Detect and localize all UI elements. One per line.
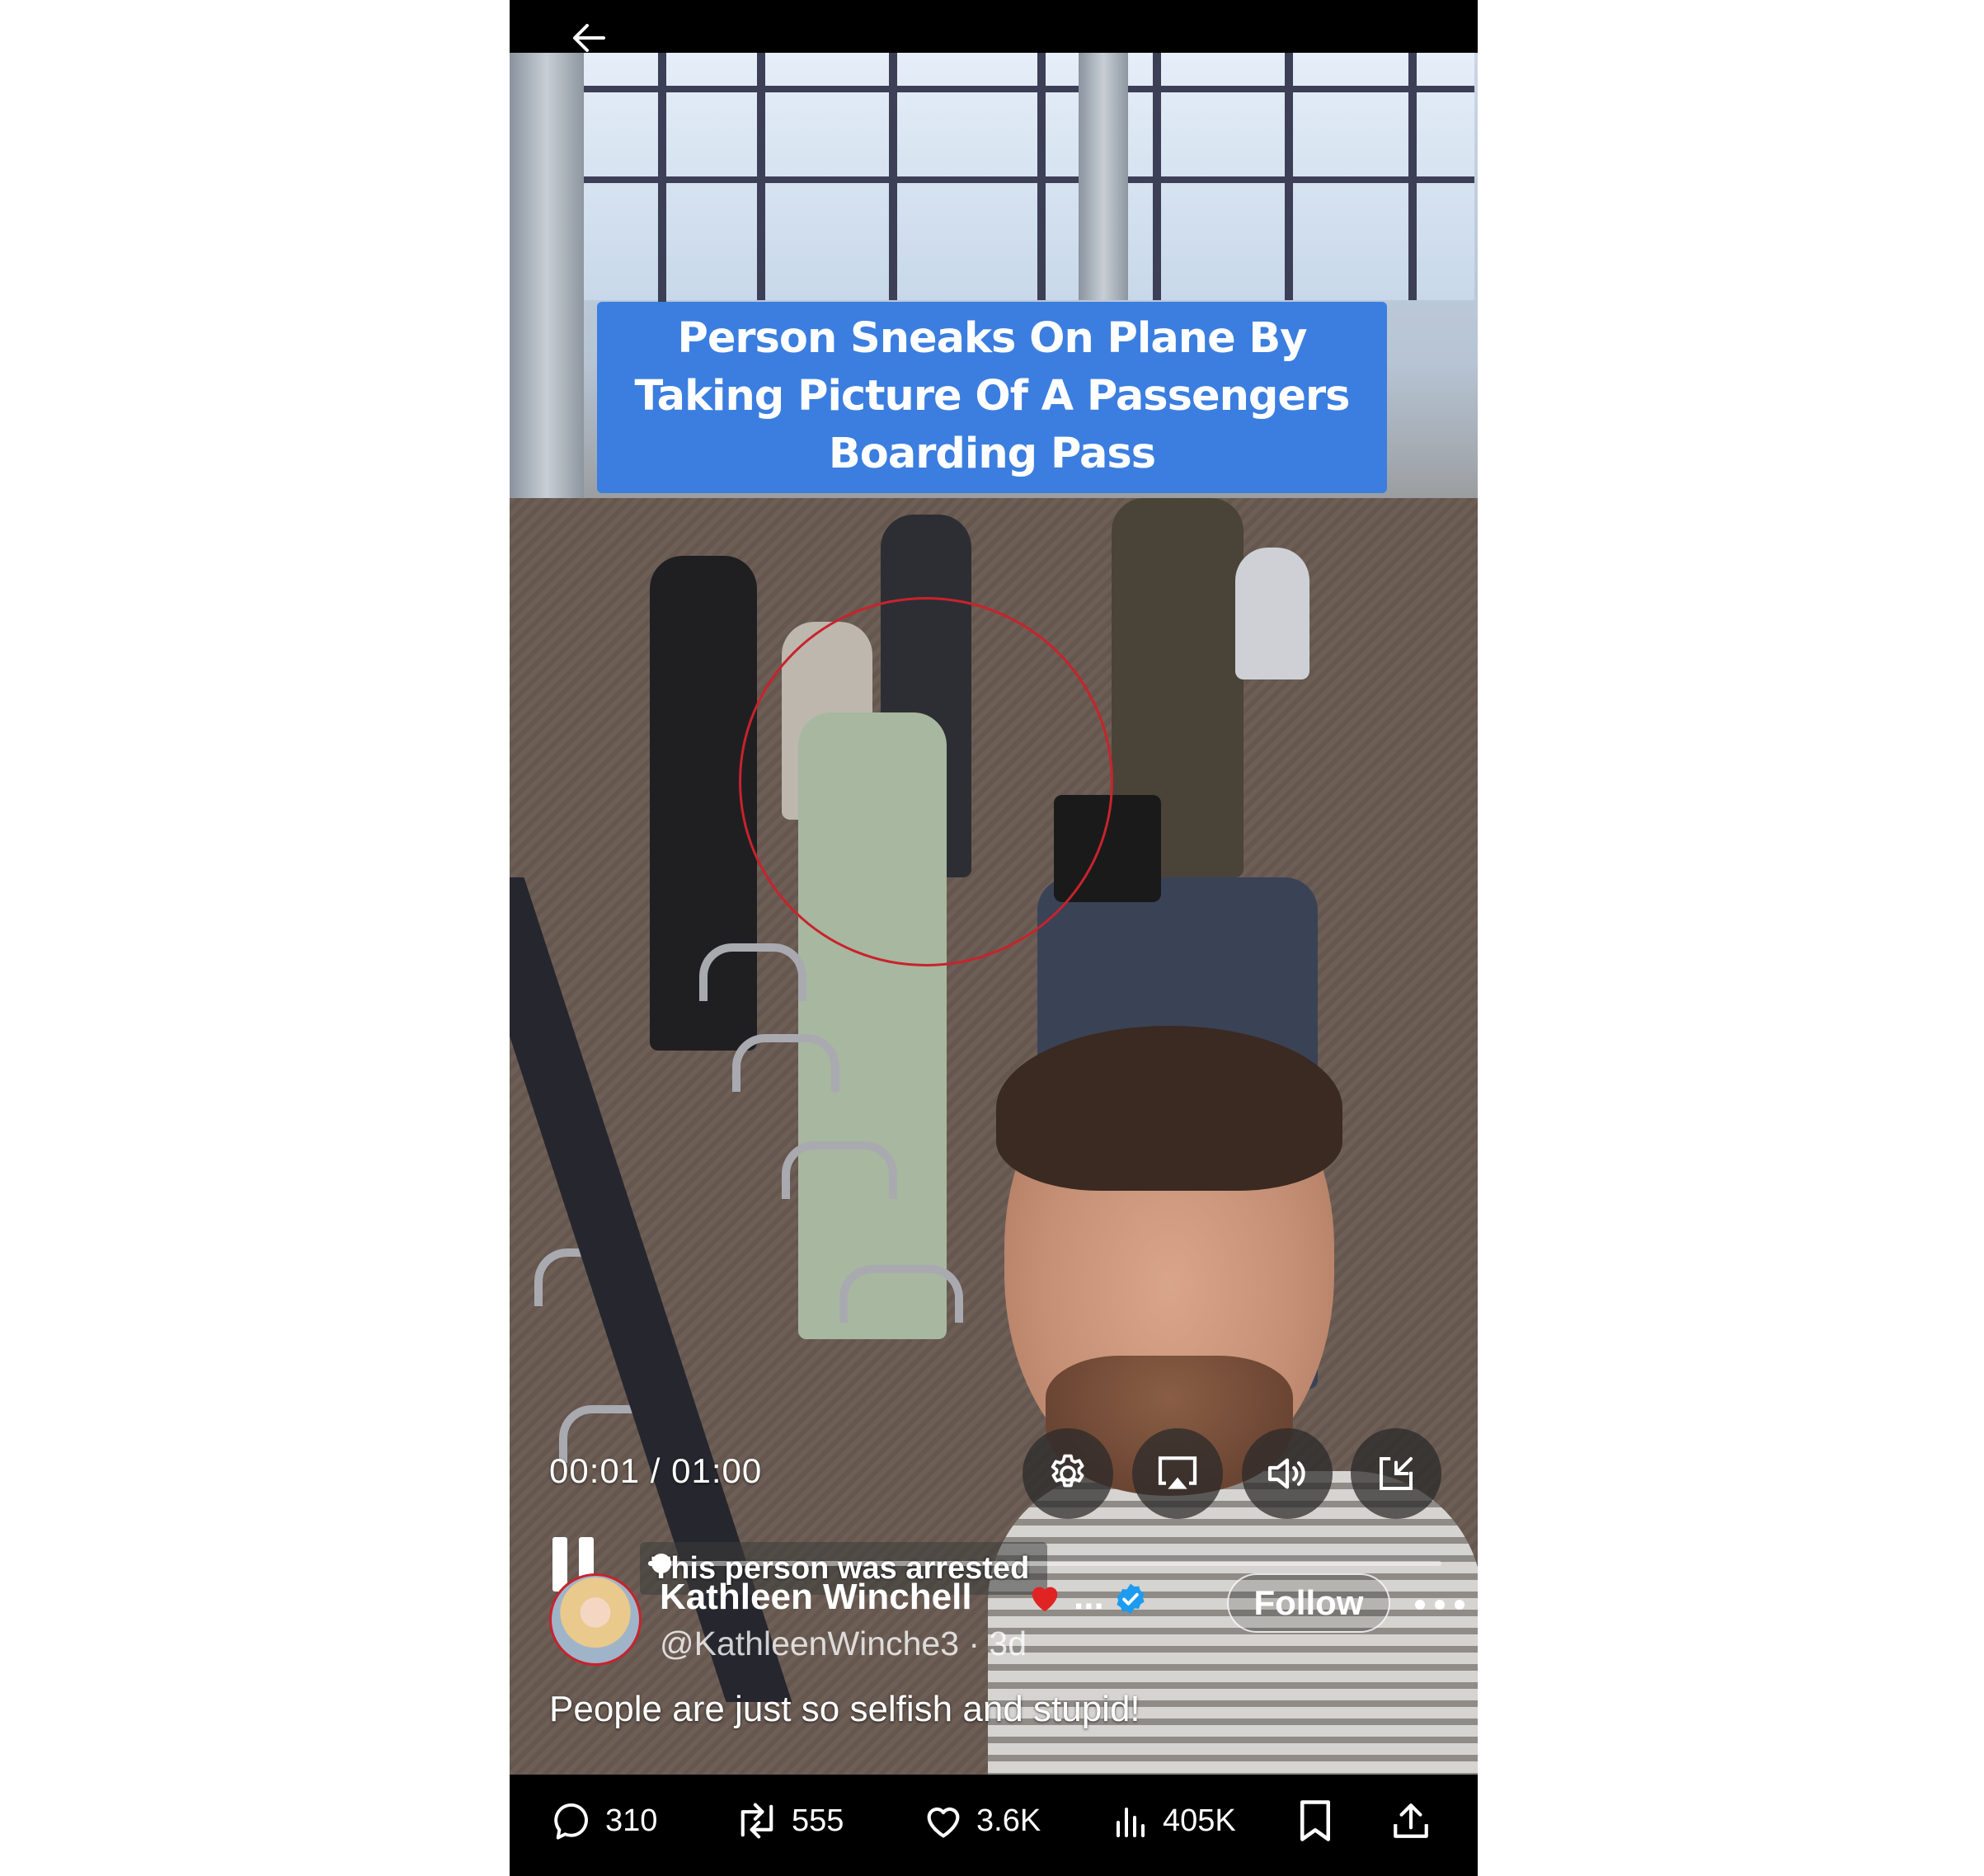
share-icon: [1394, 1803, 1428, 1838]
settings-button[interactable]: [1023, 1428, 1113, 1519]
heart-outline-icon: [927, 1807, 960, 1838]
speaker-icon: [1267, 1458, 1305, 1489]
volume-button[interactable]: [1242, 1428, 1333, 1519]
window-frame: [1285, 53, 1293, 300]
gear-icon: [1051, 1454, 1084, 1488]
like-button[interactable]: 3.6K: [922, 1796, 1041, 1845]
window-frame: [658, 53, 666, 317]
avatar[interactable]: [549, 1573, 642, 1666]
waiting-chair: [782, 1141, 897, 1199]
window-frame: [757, 53, 765, 300]
reply-count: 310: [605, 1803, 658, 1838]
waiting-chair: [839, 1265, 963, 1323]
window-frame: [1037, 53, 1046, 300]
verified-badge-icon: [1117, 1583, 1145, 1615]
video-player[interactable]: Person Sneaks On Plane By Taking Picture…: [510, 53, 1478, 1775]
arrow-left-icon[interactable]: [567, 16, 610, 59]
more-options-icon[interactable]: [1407, 1588, 1473, 1621]
follow-button[interactable]: Follow: [1227, 1573, 1390, 1633]
share-button[interactable]: [1390, 1796, 1443, 1845]
presenter-overlay: [971, 1026, 1478, 1775]
phone-screen: Person Sneaks On Plane By Taking Picture…: [510, 0, 1478, 1876]
waiting-chair: [699, 943, 806, 1001]
post-action-bar: 310 555 3.6K 405K: [510, 1775, 1478, 1876]
airplay-button[interactable]: [1132, 1428, 1223, 1519]
author-name[interactable]: Kathleen Winchell: [660, 1577, 972, 1618]
author-name-truncation: ...: [1074, 1577, 1104, 1617]
author-row: Kathleen Winchell ... @KathleenWinche3 ·…: [549, 1573, 1464, 1666]
video-progress-bar[interactable]: [648, 1554, 1441, 1573]
repost-icon: [740, 1803, 773, 1839]
presenter-hair: [996, 1026, 1342, 1191]
terminal-pillar: [1079, 53, 1128, 300]
analytics-icon: [1117, 1808, 1145, 1837]
view-count: 405K: [1163, 1803, 1236, 1838]
minimize-icon: [1379, 1456, 1413, 1491]
window-frame: [576, 86, 1474, 92]
author-handle[interactable]: @KathleenWinche3 · 3d: [660, 1624, 1027, 1663]
window-frame: [576, 176, 1474, 183]
views-button[interactable]: 405K: [1112, 1796, 1236, 1845]
window-frame: [889, 53, 897, 300]
repost-button[interactable]: 555: [734, 1796, 844, 1845]
window-frame: [1153, 53, 1161, 300]
top-bar: [510, 0, 1478, 53]
reply-button[interactable]: 310: [551, 1796, 657, 1845]
bookmark-button[interactable]: [1296, 1796, 1346, 1845]
reply-icon: [554, 1803, 588, 1840]
waiting-chair: [732, 1034, 839, 1092]
red-heart-icon: [1032, 1587, 1058, 1612]
background-person: [1235, 548, 1309, 679]
exit-fullscreen-button[interactable]: [1351, 1428, 1441, 1519]
post-text: People are just so selfish and stupid!: [549, 1689, 1140, 1729]
window-frame: [1408, 53, 1417, 300]
repost-count: 555: [792, 1803, 844, 1838]
bookmark-icon: [1300, 1800, 1330, 1841]
airplay-icon: [1158, 1456, 1197, 1489]
highlight-circle: [739, 597, 1113, 966]
video-caption-banner: Person Sneaks On Plane By Taking Picture…: [597, 302, 1387, 493]
video-time-readout: 00:01 / 01:00: [549, 1451, 763, 1490]
like-count: 3.6K: [976, 1803, 1041, 1838]
